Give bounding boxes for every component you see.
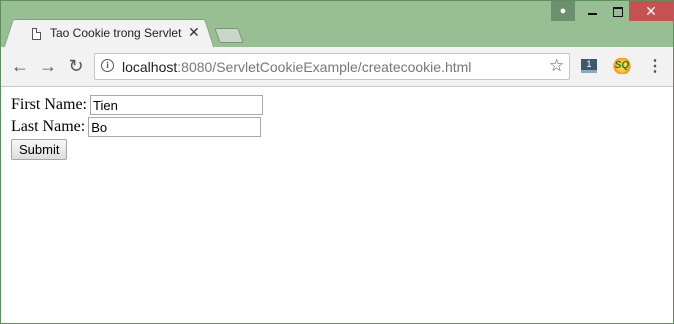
url-path: :8080/ServletCookieExample/createcookie.… bbox=[177, 59, 472, 75]
back-arrow-icon[interactable]: ← bbox=[9, 55, 31, 77]
first-name-field[interactable] bbox=[90, 95, 263, 115]
browser-window: Tao Cookie trong Servlet ✕ ● ✕ ← → ↻ i l… bbox=[0, 0, 674, 324]
minimize-icon bbox=[587, 12, 597, 15]
maximize-icon bbox=[613, 6, 623, 17]
tab-title: Tao Cookie trong Servlet bbox=[50, 26, 182, 40]
url-text[interactable]: localhost:8080/ServletCookieExample/crea… bbox=[122, 59, 471, 75]
person-icon[interactable]: ● bbox=[551, 1, 575, 21]
new-tab-button[interactable] bbox=[214, 28, 244, 43]
close-window-button[interactable]: ✕ bbox=[629, 1, 673, 21]
tab-active[interactable]: Tao Cookie trong Servlet ✕ bbox=[17, 19, 201, 47]
maximize-button[interactable] bbox=[605, 1, 631, 21]
page-viewport: First Name: Last Name: Submit bbox=[1, 87, 673, 323]
page-icon bbox=[32, 28, 41, 40]
minimize-button[interactable] bbox=[579, 1, 605, 21]
cookie-form: First Name: Last Name: Submit bbox=[11, 94, 263, 160]
url-host: localhost bbox=[122, 59, 178, 75]
submit-button[interactable]: Submit bbox=[11, 138, 68, 160]
info-icon[interactable]: i bbox=[101, 59, 114, 72]
submit-row: Submit bbox=[11, 138, 263, 160]
menu-kebab-icon[interactable]: ⋮ bbox=[647, 57, 663, 77]
title-bar: Tao Cookie trong Servlet ✕ ● ✕ bbox=[1, 1, 673, 47]
first-name-label: First Name: bbox=[11, 96, 87, 113]
last-name-field[interactable] bbox=[88, 117, 262, 137]
last-name-row: Last Name: bbox=[11, 116, 263, 138]
reload-icon[interactable]: ↻ bbox=[65, 55, 87, 77]
extension-sq-icon[interactable]: SQ bbox=[613, 58, 631, 74]
first-name-row: First Name: bbox=[11, 94, 263, 116]
extension-badge-icon[interactable]: 1 bbox=[581, 59, 597, 73]
last-name-label: Last Name: bbox=[11, 118, 86, 135]
bookmark-star-icon[interactable]: ☆ bbox=[549, 56, 564, 76]
address-bar[interactable]: i localhost:8080/ServletCookieExample/cr… bbox=[94, 53, 570, 80]
browser-toolbar: ← → ↻ i localhost:8080/ServletCookieExam… bbox=[1, 47, 673, 87]
tab-close-icon[interactable]: ✕ bbox=[188, 23, 200, 41]
forward-arrow-icon[interactable]: → bbox=[37, 55, 59, 77]
